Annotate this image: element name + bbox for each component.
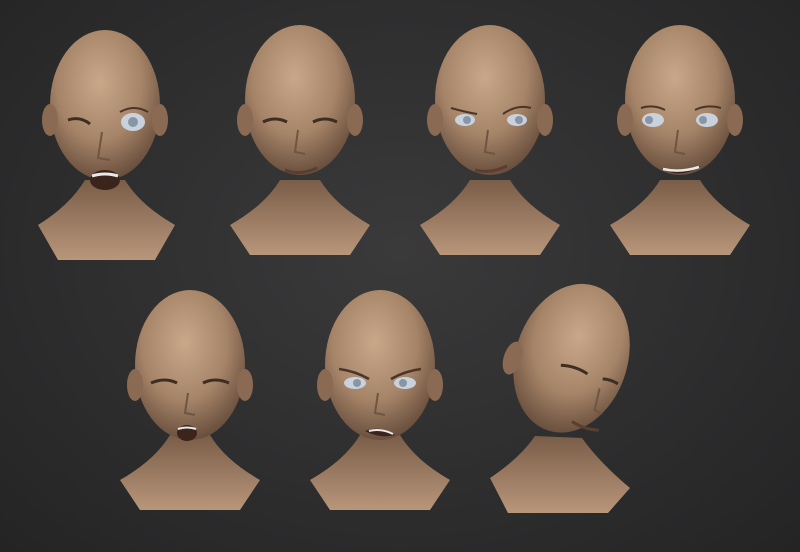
head-render [420, 25, 560, 255]
head-render [230, 25, 370, 255]
head-model-5 [115, 285, 265, 535]
head-model-6 [305, 285, 455, 535]
head-render [120, 290, 260, 510]
head-model-7 [490, 278, 640, 528]
head-model-1 [30, 20, 180, 270]
head-model-2 [225, 20, 375, 270]
head-model-4 [605, 20, 755, 270]
head-render [310, 290, 450, 510]
render-canvas [0, 0, 800, 552]
head-model-3 [415, 20, 565, 270]
head-render [490, 283, 630, 513]
head-render [610, 25, 750, 255]
head-render [38, 30, 175, 260]
